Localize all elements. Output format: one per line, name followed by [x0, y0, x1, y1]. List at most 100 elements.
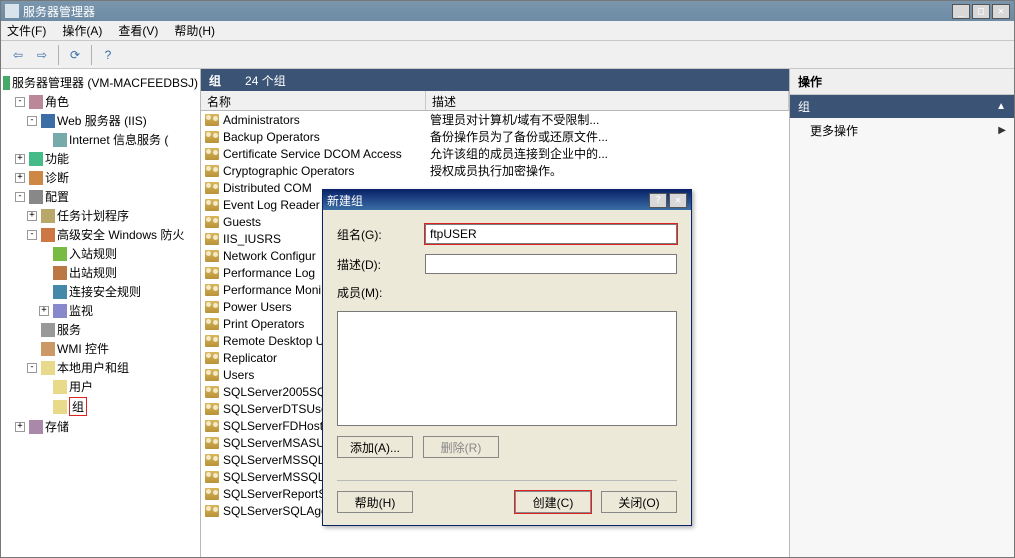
row-name: Performance Log	[223, 266, 315, 280]
members-listbox[interactable]	[337, 311, 677, 426]
menu-file[interactable]: 文件(F)	[7, 22, 46, 39]
window-title: 服务器管理器	[23, 3, 95, 20]
tree-outbound[interactable]: 出站规则	[3, 263, 198, 282]
menu-help[interactable]: 帮助(H)	[174, 22, 215, 39]
tree-fw[interactable]: -高级安全 Windows 防火	[3, 225, 198, 244]
nav-back-button[interactable]: ⇦	[7, 44, 29, 66]
toolbar-help-button[interactable]: ?	[97, 44, 119, 66]
tree-features[interactable]: +功能	[3, 149, 198, 168]
close-button[interactable]: 关闭(O)	[601, 491, 677, 513]
row-name: SQLServerSQLAgen	[223, 504, 334, 518]
services-icon	[41, 323, 55, 337]
group-icon	[205, 318, 219, 330]
list-count: 24 个组	[245, 72, 286, 89]
list-row[interactable]: Administrators 管理员对计算机/域有不受限制...	[201, 111, 789, 128]
actions-group-header[interactable]: 组▲	[790, 95, 1014, 118]
inbound-icon	[53, 247, 67, 261]
create-button[interactable]: 创建(C)	[515, 491, 591, 513]
groupname-input[interactable]	[425, 224, 677, 244]
group-icon	[205, 267, 219, 279]
expander-icon[interactable]: +	[15, 173, 25, 183]
consec-icon	[53, 285, 67, 299]
tree-monitor[interactable]: +监视	[3, 301, 198, 320]
expander-icon[interactable]: -	[15, 97, 25, 107]
menu-action[interactable]: 操作(A)	[62, 22, 102, 39]
maximize-button[interactable]: □	[972, 4, 990, 19]
list-title: 组 24 个组	[201, 69, 789, 91]
list-row[interactable]: Certificate Service DCOM Access允许该组的成员连接…	[201, 145, 789, 162]
expander-icon[interactable]: +	[15, 154, 25, 164]
expander-icon[interactable]: -	[27, 230, 37, 240]
tree-groups[interactable]: 组	[3, 396, 198, 417]
tree-roles[interactable]: -角色	[3, 92, 198, 111]
tree-config[interactable]: -配置	[3, 187, 198, 206]
monitor-icon	[53, 304, 67, 318]
arrow-right-icon: ⇨	[37, 48, 47, 62]
actions-title: 操作	[790, 69, 1014, 95]
row-name: Print Operators	[223, 317, 304, 331]
actions-more[interactable]: 更多操作▶	[790, 118, 1014, 143]
row-desc: 允许该组的成员连接到企业中的...	[426, 145, 789, 162]
expander-icon[interactable]: -	[27, 363, 37, 373]
dialog-help-button[interactable]: ?	[649, 193, 667, 208]
desc-input[interactable]	[425, 254, 677, 274]
menubar: 文件(F) 操作(A) 查看(V) 帮助(H)	[1, 21, 1014, 41]
expander-icon[interactable]: +	[39, 306, 49, 316]
tree-diag[interactable]: +诊断	[3, 168, 198, 187]
expander-icon[interactable]: -	[27, 116, 37, 126]
col-desc[interactable]: 描述	[426, 91, 789, 110]
group-icon	[205, 352, 219, 364]
row-name: Power Users	[223, 300, 292, 314]
tree-iis[interactable]: Internet 信息服务 (	[3, 130, 198, 149]
tree-localug[interactable]: -本地用户和组	[3, 358, 198, 377]
row-desc: 管理员对计算机/域有不受限制...	[426, 111, 789, 128]
group-icon	[205, 386, 219, 398]
list-row[interactable]: Backup Operators备份操作员为了备份或还原文件...	[201, 128, 789, 145]
expander-icon[interactable]: -	[15, 192, 25, 202]
row-name: Administrators	[223, 113, 300, 127]
menu-view[interactable]: 查看(V)	[118, 22, 158, 39]
row-name: SQLServerMSASUse	[223, 436, 338, 450]
firewall-icon	[41, 228, 55, 242]
config-icon	[29, 190, 43, 204]
group-icon	[205, 403, 219, 415]
close-button[interactable]: ✕	[992, 4, 1010, 19]
group-icon	[205, 335, 219, 347]
tree-inbound[interactable]: 入站规则	[3, 244, 198, 263]
help-button[interactable]: 帮助(H)	[337, 491, 413, 513]
add-button[interactable]: 添加(A)...	[337, 436, 413, 458]
col-name[interactable]: 名称	[201, 91, 426, 110]
row-desc: 授权成员执行加密操作。	[426, 162, 789, 179]
diag-icon	[29, 171, 43, 185]
group-icon	[205, 114, 219, 126]
expander-icon[interactable]: +	[15, 422, 25, 432]
toolbar-refresh-button[interactable]: ⟳	[64, 44, 86, 66]
tree-root[interactable]: 服务器管理器 (VM-MACFEEDBSJ)	[3, 73, 198, 92]
wmi-icon	[41, 342, 55, 356]
tree-wmi[interactable]: WMI 控件	[3, 339, 198, 358]
row-name: Network Configur	[223, 249, 316, 263]
minimize-button[interactable]: _	[952, 4, 970, 19]
folder-icon	[53, 400, 67, 414]
nav-forward-button[interactable]: ⇨	[31, 44, 53, 66]
tree-pane[interactable]: 服务器管理器 (VM-MACFEEDBSJ) -角色 -Web 服务器 (IIS…	[1, 69, 201, 557]
dialog-titlebar: 新建组 ? ✕	[323, 190, 691, 210]
tree-users[interactable]: 用户	[3, 377, 198, 396]
list-header: 名称 描述	[201, 91, 789, 111]
list-row[interactable]: Cryptographic Operators授权成员执行加密操作。	[201, 162, 789, 179]
refresh-icon: ⟳	[70, 48, 80, 62]
row-name: IIS_IUSRS	[223, 232, 281, 246]
tree-consec[interactable]: 连接安全规则	[3, 282, 198, 301]
tree-services[interactable]: 服务	[3, 320, 198, 339]
chevron-right-icon: ▶	[998, 125, 1006, 136]
expander-icon[interactable]: +	[27, 211, 37, 221]
folder-icon	[53, 380, 67, 394]
remove-button[interactable]: 删除(R)	[423, 436, 499, 458]
row-name: Replicator	[223, 351, 277, 365]
tree-web[interactable]: -Web 服务器 (IIS)	[3, 111, 198, 130]
tree-task[interactable]: +任务计划程序	[3, 206, 198, 225]
group-icon	[205, 420, 219, 432]
tree-storage[interactable]: +存储	[3, 417, 198, 436]
dialog-close-button[interactable]: ✕	[669, 193, 687, 208]
group-icon	[205, 488, 219, 500]
